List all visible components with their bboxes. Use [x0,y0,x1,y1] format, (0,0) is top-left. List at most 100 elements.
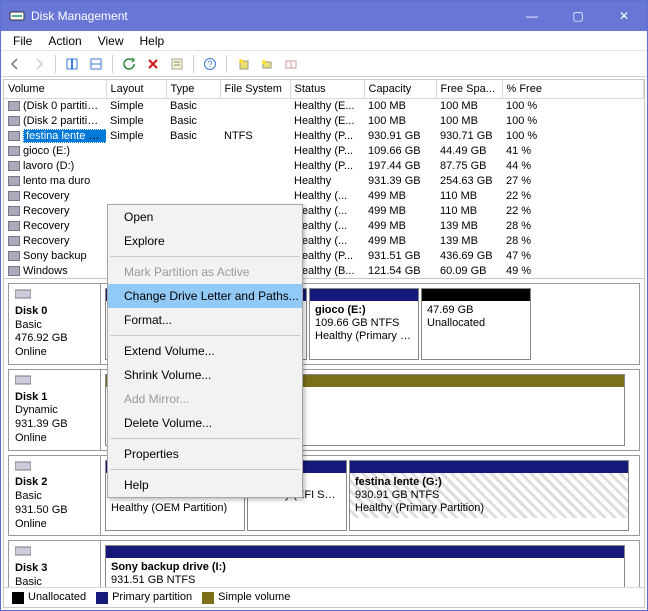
volume-row[interactable]: lento ma duroHealthy931.39 GB254.63 GB27… [4,173,644,188]
disk-kind: Dynamic [15,404,58,416]
column-header[interactable]: Capacity [364,80,436,98]
tool-unknown-2[interactable] [86,54,106,74]
partition[interactable]: gioco (E:)109.66 GB NTFSHealthy (Primary… [309,288,419,360]
volume-icon [8,176,20,186]
column-header[interactable]: File System [220,80,290,98]
disk-size: 931.39 GB [15,418,68,430]
volume-icon [8,266,20,276]
minimize-button[interactable]: — [509,1,555,31]
disk-row: Disk 1Dynamic931.39 GBOnlinelento ma dur… [8,369,640,451]
column-header[interactable]: Type [166,80,220,98]
context-menu-item[interactable]: Delete Volume... [108,411,302,435]
volume-row[interactable]: RecoveryHealthy (...499 MB139 MB28 % [4,218,644,233]
partition[interactable]: 47.69 GBUnallocated [421,288,531,360]
disk-kind: Basic [15,319,42,331]
back-button[interactable] [5,54,25,74]
volume-icon [8,146,20,156]
context-menu-item[interactable]: Open [108,205,302,229]
graphical-view[interactable]: Disk 0Basic476.92 GBOnlinee Flavoro (D:)… [4,279,644,587]
disk-row: Disk 2Basic931.50 GBOnlineRecovery499 MB… [8,455,640,537]
column-header[interactable]: Volume [4,80,106,98]
volume-row[interactable]: RecoveryHealthy (...499 MB110 MB22 % [4,188,644,203]
disk-icon [15,460,31,472]
menu-help[interactable]: Help [132,32,173,50]
volume-icon [8,131,20,141]
menubar: File Action View Help [1,31,647,51]
volume-row[interactable]: Sony backupHealthy (P...931.51 GB436.69 … [4,248,644,263]
volume-row[interactable]: RecoveryHealthy (...499 MB139 MB28 % [4,233,644,248]
volume-icon [8,206,20,216]
window-title: Disk Management [31,9,509,23]
disk-state: Online [15,432,47,444]
properties-button[interactable] [167,54,187,74]
titlebar: Disk Management — ▢ ✕ [1,1,647,31]
volume-icon [8,251,20,261]
volume-row[interactable]: festina lente (G:)SimpleBasicNTFSHealthy… [4,128,644,143]
tool-wizard-1[interactable] [233,54,253,74]
help-button[interactable]: ? [200,54,220,74]
volume-icon [8,191,20,201]
menu-action[interactable]: Action [40,32,89,50]
tool-wizard-3[interactable] [281,54,301,74]
legend-item: Simple volume [202,591,290,603]
volume-icon [8,236,20,246]
context-menu-item[interactable]: Change Drive Letter and Paths... [108,284,302,308]
context-menu-item[interactable]: Help [108,473,302,497]
volume-row[interactable]: (Disk 0 partition 2)SimpleBasicHealthy (… [4,98,644,113]
tool-unknown-1[interactable] [62,54,82,74]
tool-wizard-2[interactable] [257,54,277,74]
volume-icon [8,101,20,111]
disk-size: 476.92 GB [15,332,68,344]
volume-list[interactable]: VolumeLayoutTypeFile SystemStatusCapacit… [4,80,644,279]
context-menu-item[interactable]: Shrink Volume... [108,363,302,387]
volume-row[interactable]: gioco (E:)Healthy (P...109.66 GB44.49 GB… [4,143,644,158]
disk-name: Disk 3 [15,562,47,574]
refresh-button[interactable] [119,54,139,74]
disk-kind: Basic [15,576,42,587]
disk-name: Disk 0 [15,305,47,317]
context-menu-item: Mark Partition as Active [108,260,302,284]
volume-row[interactable]: WindowsHealthy (B...121.54 GB60.09 GB49 … [4,263,644,278]
column-header[interactable]: Layout [106,80,166,98]
disk-name: Disk 2 [15,476,47,488]
disk-icon [15,374,31,386]
volume-row[interactable]: lavoro (D:)Healthy (P...197.44 GB87.75 G… [4,158,644,173]
disk-row: Disk 0Basic476.92 GBOnlinee Flavoro (D:)… [8,283,640,365]
volume-icon [8,116,20,126]
context-menu-item[interactable]: Explore [108,229,302,253]
disk-name: Disk 1 [15,391,47,403]
delete-button[interactable] [143,54,163,74]
close-button[interactable]: ✕ [601,1,647,31]
partition[interactable]: Sony backup drive (I:)931.51 GB NTFSHeal… [105,545,625,587]
maximize-button[interactable]: ▢ [555,1,601,31]
volume-row[interactable]: (Disk 2 partition 2)SimpleBasicHealthy (… [4,113,644,128]
column-header[interactable]: Status [290,80,364,98]
column-header[interactable]: % Free [502,80,644,98]
context-menu-item[interactable]: Properties [108,442,302,466]
column-header[interactable]: Free Spa... [436,80,502,98]
disk-size: 931.50 GB [15,504,68,516]
disk-state: Online [15,346,47,358]
menu-view[interactable]: View [90,32,132,50]
volume-row[interactable]: RecoveryHealthy (...499 MB110 MB22 % [4,203,644,218]
app-icon [9,8,25,24]
disk-row: Disk 3Basic931.51 GBOnlineSony backup dr… [8,540,640,587]
volume-icon [8,161,20,171]
context-menu-item: Add Mirror... [108,387,302,411]
svg-text:?: ? [207,59,212,69]
volume-icon [8,221,20,231]
menu-file[interactable]: File [5,32,40,50]
context-menu-item[interactable]: Extend Volume... [108,339,302,363]
legend-item: Primary partition [96,591,192,603]
disk-icon [15,288,31,300]
toolbar: ? [1,51,647,77]
disk-state: Online [15,518,47,530]
forward-button[interactable] [29,54,49,74]
partition[interactable]: festina lente (G:)930.91 GB NTFSHealthy … [349,460,629,532]
legend: Unallocated Primary partition Simple volum… [4,587,644,607]
context-menu: OpenExplore Mark Partition as ActiveChang… [107,204,303,498]
legend-item: Unallocated [12,591,86,603]
context-menu-item[interactable]: Format... [108,308,302,332]
disk-kind: Basic [15,490,42,502]
disk-icon [15,545,31,557]
